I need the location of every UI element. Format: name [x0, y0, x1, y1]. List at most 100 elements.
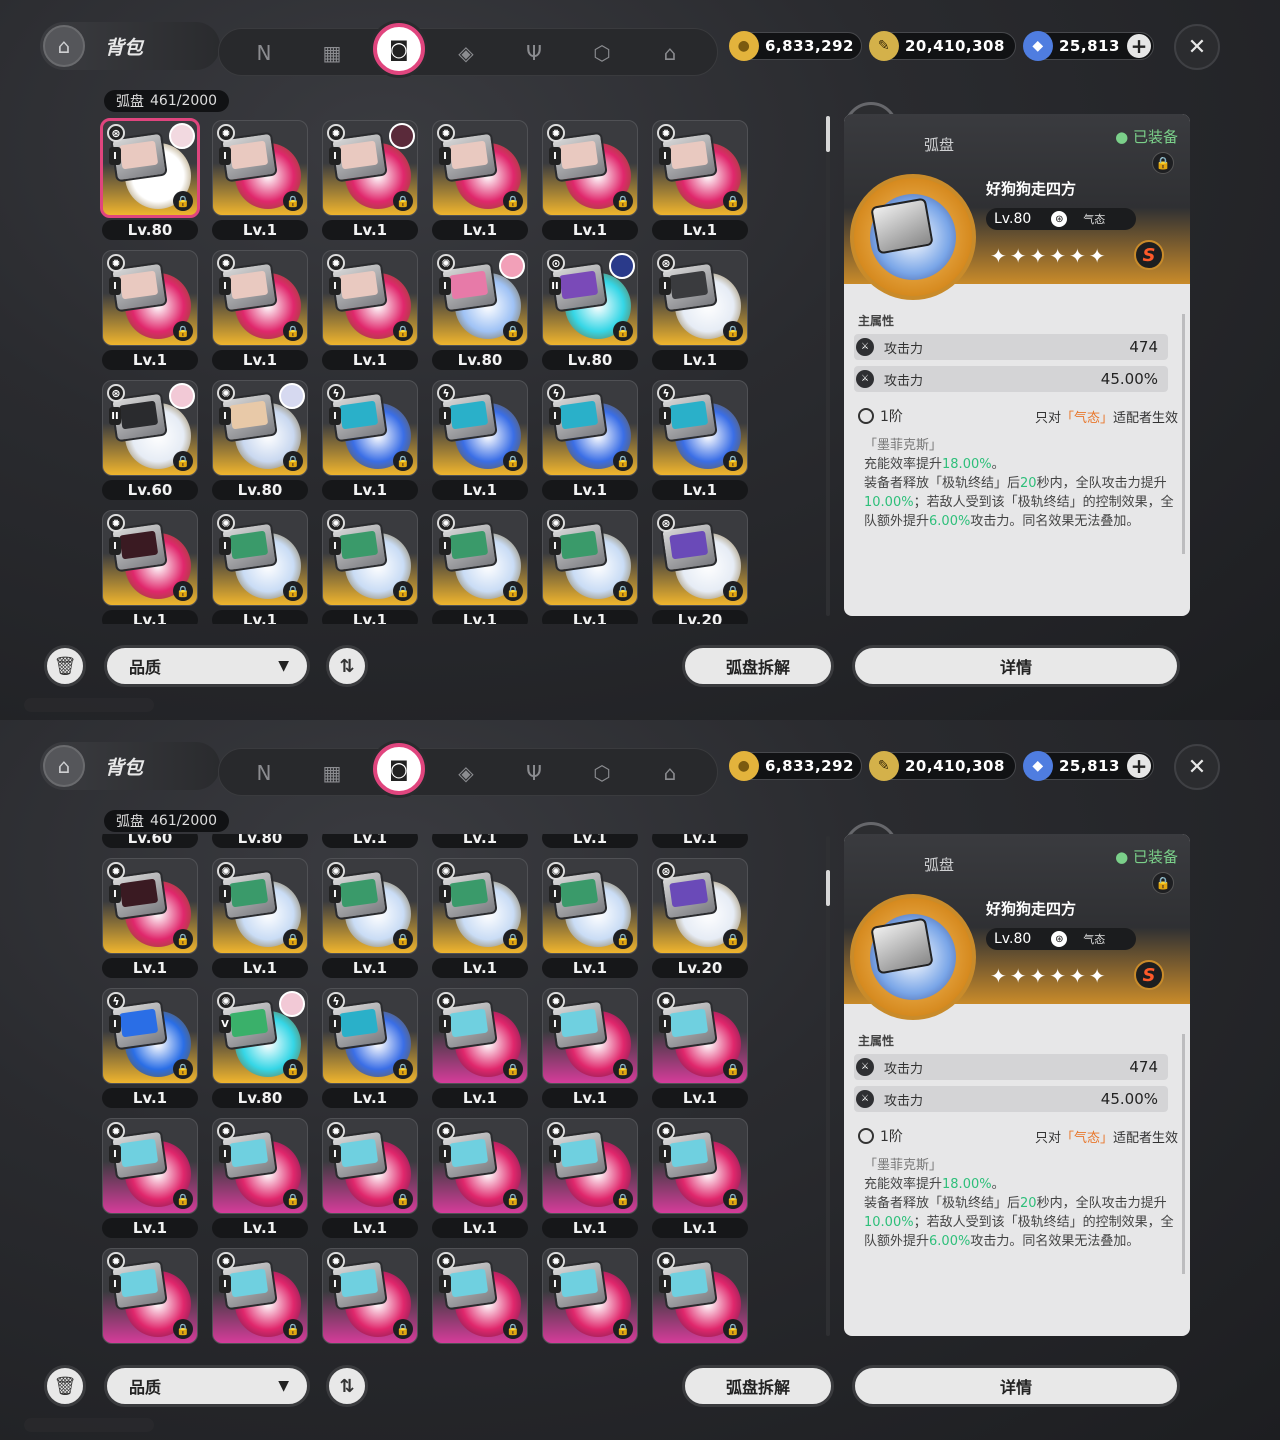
sort-dropdown[interactable]: 品质 ▼: [104, 645, 310, 687]
lock-icon[interactable]: 🔒: [393, 321, 413, 341]
disc-slot[interactable]: ✹I🔒Lv.1: [650, 988, 750, 1108]
disc-card[interactable]: ⊛ I 🔒: [652, 250, 748, 346]
lock-icon[interactable]: 🔒: [393, 191, 413, 211]
disc-card[interactable]: ✹ I 🔒: [322, 1248, 418, 1344]
disc-slot[interactable]: ⊙ II 🔒 Lv.80: [540, 250, 640, 370]
disc-slot[interactable]: ϟ🔒Lv.1: [650, 834, 750, 848]
disc-slot[interactable]: ✺ V 🔒 Lv.80: [210, 988, 310, 1108]
lock-icon[interactable]: 🔒: [173, 1189, 193, 1209]
disc-card[interactable]: ✹ I 🔒: [102, 1248, 198, 1344]
add-currency-button[interactable]: +: [1127, 34, 1151, 58]
lock-icon[interactable]: 🔒: [723, 451, 743, 471]
disc-slot[interactable]: ✹I🔒Lv.1: [100, 1248, 200, 1344]
lock-icon[interactable]: 🔒: [503, 451, 523, 471]
lock-icon[interactable]: 🔒: [723, 929, 743, 949]
lock-icon[interactable]: 🔒: [173, 1319, 193, 1339]
disc-slot[interactable]: ✹I🔒Lv.1: [320, 120, 420, 240]
disc-slot[interactable]: ϟ🔒Lv.1: [320, 834, 420, 848]
lock-icon[interactable]: 🔒: [173, 581, 193, 601]
lock-icon[interactable]: 🔒: [613, 1059, 633, 1079]
disc-slot[interactable]: ϟ I 🔒 Lv.1: [430, 380, 530, 500]
dismantle-button[interactable]: 弧盘拆解: [682, 1365, 834, 1407]
disc-card[interactable]: ϟ I 🔒: [432, 380, 528, 476]
sort-dropdown[interactable]: 品质 ▼: [104, 1365, 310, 1407]
lock-icon[interactable]: 🔒: [393, 1319, 413, 1339]
disc-slot[interactable]: ✹I🔒Lv.1: [100, 1118, 200, 1238]
lock-icon[interactable]: 🔒: [613, 321, 633, 341]
backpack-button[interactable]: ⌂ 背包: [40, 742, 220, 790]
disc-slot[interactable]: ✹I🔒Lv.1: [320, 1118, 420, 1238]
disc-card[interactable]: ✹ I 🔒: [322, 1118, 418, 1214]
disc-card[interactable]: ✹ I 🔒: [212, 250, 308, 346]
disc-card[interactable]: ✹ I 🔒: [652, 120, 748, 216]
lock-icon[interactable]: 🔒: [613, 1189, 633, 1209]
disc-card[interactable]: ✹ I 🔒: [102, 250, 198, 346]
disc-slot[interactable]: ϟ🔒Lv.1: [430, 834, 530, 848]
disc-slot[interactable]: ✺ I 🔒 Lv.1: [210, 510, 310, 624]
device-icon[interactable]: ▦: [315, 36, 349, 70]
disc-card[interactable]: ✹ I 🔒: [212, 1118, 308, 1214]
disc-slot[interactable]: ⊛ I 🔒 Lv.1: [650, 250, 750, 370]
lock-icon[interactable]: 🔒: [393, 1189, 413, 1209]
disc-slot[interactable]: ✺ I 🔒 Lv.1: [210, 858, 310, 978]
disc-card[interactable]: ⊛ 🔒: [652, 510, 748, 606]
detail-scrollbar[interactable]: [1182, 314, 1185, 554]
lock-icon[interactable]: 🔒: [613, 1319, 633, 1339]
disc-card[interactable]: ϟ I 🔒: [542, 380, 638, 476]
disc-slot[interactable]: ✹I🔒Lv.1: [540, 120, 640, 240]
disc-card[interactable]: ✺ I 🔒: [432, 510, 528, 606]
disc-card[interactable]: ⊙ II 🔒: [542, 250, 638, 346]
device-icon[interactable]: ▦: [315, 756, 349, 790]
lock-icon[interactable]: 🔒: [723, 581, 743, 601]
drive-icon[interactable]: ⬡: [585, 36, 619, 70]
lock-icon[interactable]: 🔒: [613, 451, 633, 471]
disc-card[interactable]: ϟ I 🔒: [652, 380, 748, 476]
disc-card[interactable]: ✺ I 🔒: [322, 858, 418, 954]
food-icon[interactable]: Ψ: [517, 36, 551, 70]
disc-slot[interactable]: ϟ🔒Lv.1: [540, 834, 640, 848]
disc-card[interactable]: ✺ I 🔒: [542, 510, 638, 606]
disc-slot[interactable]: ✹I🔒Lv.1: [540, 1118, 640, 1238]
disc-slot[interactable]: ϟ I 🔒 Lv.1: [320, 380, 420, 500]
drive-icon[interactable]: ⬡: [585, 756, 619, 790]
grid-scrollbar[interactable]: [826, 116, 830, 616]
disc-slot[interactable]: ✺ I 🔒 Lv.1: [320, 858, 420, 978]
disc-card[interactable]: ✹ I 🔒: [432, 120, 528, 216]
home-icon[interactable]: ⌂: [653, 36, 687, 70]
disc-slot[interactable]: ✹ I 🔒: [540, 1248, 640, 1344]
disc-slot[interactable]: ✺ I 🔒 Lv.80: [210, 380, 310, 500]
disc-slot[interactable]: ✹I🔒Lv.1: [100, 250, 200, 370]
disc-card[interactable]: ✹ I 🔒: [542, 988, 638, 1084]
grid-scrollbar[interactable]: [826, 836, 830, 1336]
disc-card[interactable]: ✹ I 🔒: [652, 988, 748, 1084]
disc-slot[interactable]: ✺ I 🔒 Lv.1: [540, 510, 640, 624]
disc-slot[interactable]: ⊛ 🔒 Lv.20: [650, 510, 750, 624]
disc-slot[interactable]: ✺ I 🔒 Lv.1: [540, 858, 640, 978]
lock-icon[interactable]: 🔒: [503, 929, 523, 949]
lock-icon[interactable]: 🔒: [1152, 872, 1174, 894]
home-icon[interactable]: ⌂: [653, 756, 687, 790]
lock-icon[interactable]: 🔒: [723, 1189, 743, 1209]
disc-slot[interactable]: ✹I🔒Lv.1: [210, 1248, 310, 1344]
disc-card[interactable]: ✹ I 🔒: [432, 988, 528, 1084]
nn-icon[interactable]: Ν: [247, 36, 281, 70]
disc-slot[interactable]: ϟ I 🔒 Lv.1: [540, 380, 640, 500]
lock-icon[interactable]: 🔒: [283, 581, 303, 601]
disc-card[interactable]: ϟ I 🔒: [322, 380, 418, 476]
disc-slot[interactable]: ✹I🔒Lv.1: [430, 120, 530, 240]
disc-slot[interactable]: ✹I🔒Lv.1: [320, 1248, 420, 1344]
lock-icon[interactable]: 🔒: [173, 451, 193, 471]
lock-icon[interactable]: 🔒: [173, 321, 193, 341]
disc-card[interactable]: ✹ I 🔒: [322, 120, 418, 216]
disc-slot[interactable]: ⊛ 🔒 Lv.20: [650, 858, 750, 978]
disc-card[interactable]: ✹ I 🔒: [322, 250, 418, 346]
disc-slot[interactable]: ✹I🔒Lv.1: [430, 1118, 530, 1238]
disc-slot[interactable]: ✹I🔒Lv.1: [210, 1118, 310, 1238]
dismantle-button[interactable]: 弧盘拆解: [682, 645, 834, 687]
disc-card[interactable]: ✹ I 🔒: [542, 1248, 638, 1344]
disc-slot[interactable]: ⊛🔒Lv.60: [100, 834, 200, 848]
box-icon[interactable]: ◈: [449, 36, 483, 70]
lock-icon[interactable]: 🔒: [283, 1059, 303, 1079]
disc-slot[interactable]: ✹I🔒Lv.1: [650, 1118, 750, 1238]
lock-icon[interactable]: 🔒: [1152, 152, 1174, 174]
